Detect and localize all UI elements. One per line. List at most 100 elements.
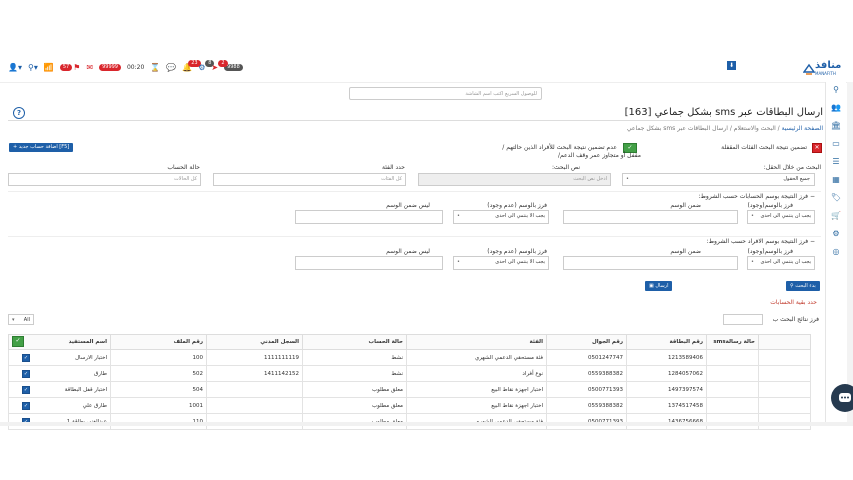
page-size-select[interactable]: All ▾ xyxy=(8,314,34,325)
section1-select-1[interactable]: يجب ان ينتمي الى احدى • xyxy=(747,210,815,224)
account-status-input[interactable]: كل الحالات xyxy=(8,173,201,186)
alerts-group[interactable]: 57 ⚑ xyxy=(59,63,81,72)
sms-icon[interactable]: ✉ xyxy=(86,63,93,72)
add-account-button[interactable]: + اضافة حساب جديد [F5] xyxy=(9,143,74,152)
list-icon[interactable]: ☰ xyxy=(830,156,842,168)
section2-select-2[interactable]: يجب الا ينتمي الى احدى • xyxy=(453,256,549,270)
manafith-logo[interactable]: منافذ MANAFITH xyxy=(803,60,845,78)
cell-sms-status xyxy=(706,397,759,414)
horizontal-scrollbar[interactable] xyxy=(0,422,853,426)
chart-icon[interactable]: ▦ xyxy=(830,174,842,186)
wifi-icon[interactable]: 📶 xyxy=(44,63,54,72)
cell-mobile: 0501247747 xyxy=(546,349,627,366)
right-sidebar: ⚲ 👥 🏛 ▭ ☰ ▦ 🏷 🛒 ⚙ ◎ xyxy=(825,82,846,422)
help-icon[interactable]: ? xyxy=(13,107,25,119)
cell-beneficiary-name: اختبار الارسال ✓ xyxy=(8,349,111,366)
pill-badge-1[interactable]: 99999 xyxy=(99,64,121,71)
users-icon[interactable]: 👥 xyxy=(830,102,842,114)
cell-card-no: 1374517458 xyxy=(626,397,707,414)
flag-icon: ⚑ xyxy=(73,63,81,72)
settings-group[interactable]: ⚙ 8 xyxy=(198,60,215,72)
cell-category-text: اختبار اجهزة نقاط البيع xyxy=(491,402,543,409)
download-icon[interactable]: ⬇ xyxy=(727,61,736,70)
header-mobile[interactable]: رقم الجوال xyxy=(546,334,627,350)
section1-within-tag-input[interactable] xyxy=(563,210,738,224)
cell-account-status-text: نشط xyxy=(391,354,403,361)
cell-beneficiary-name-text: طارق xyxy=(94,370,107,377)
cell-mobile-text: 0559388382 xyxy=(588,402,623,409)
send-button[interactable]: ▣ ارسال xyxy=(645,281,673,291)
header-card-no[interactable]: رقم البطاقة xyxy=(626,334,707,350)
cog-icon[interactable]: ⚙ xyxy=(830,228,842,240)
hide-accounts-link[interactable]: حدد بقية الحسابات xyxy=(770,299,817,306)
breadcrumb-search[interactable]: البحث والاستعلام xyxy=(734,125,776,132)
send-badge: 2 xyxy=(218,60,228,67)
header-account-status[interactable]: حالة الحساب xyxy=(302,334,407,350)
cell-spacer xyxy=(758,349,811,366)
row-checkbox[interactable]: ✓ xyxy=(22,354,30,362)
alerts-badge: 57 xyxy=(59,64,73,71)
chat-widget-button[interactable] xyxy=(831,384,853,412)
header-civil-record[interactable]: السجل المدني xyxy=(206,334,303,350)
bank-icon[interactable]: 🏛 xyxy=(830,120,842,132)
notifications-bell[interactable]: 🔔 23 xyxy=(182,60,201,72)
logo-subtext: MANAFITH xyxy=(815,71,836,76)
filter-results-input[interactable] xyxy=(723,314,763,325)
table-row[interactable]: طارق علي ✓ 1001 معلق مطلوب اختبار اجهزة نقاط… xyxy=(8,397,811,414)
cell-file-no: 504 xyxy=(110,381,207,398)
start-search-button[interactable]: ⚲ بدء البحث xyxy=(786,281,820,291)
table-row[interactable]: اختبار قفل البطاقة ✓ 504 معلق مطلوب اختبار ا… xyxy=(8,381,811,398)
include-locked-checkbox[interactable]: ✕ xyxy=(812,143,822,153)
section1-title[interactable]: − فرز النتيجة بوسم الحسابات حسب الشروط: xyxy=(698,193,815,200)
breadcrumb-home[interactable]: الصفحة الرئيسية xyxy=(782,125,823,132)
section1-within-tag-label: ضمن الوسم xyxy=(670,202,701,209)
table-row[interactable]: طارق ✓ 502 1411142152 نشط نوع أفراد 0559388382… xyxy=(8,365,811,382)
cell-file-no: 502 xyxy=(110,365,207,382)
table-row[interactable]: اختبار الارسال ✓ 100 1111111119 نشط فئة مستحق… xyxy=(8,349,811,366)
sitemap-icon[interactable]: ⚲▾ xyxy=(28,63,38,72)
header-file-no[interactable]: رقم الملف xyxy=(110,334,207,350)
search-text-input[interactable]: ادخل نص البحث xyxy=(418,173,611,186)
vertical-scrollbar[interactable] xyxy=(847,82,853,424)
section2-not-within-tag-input[interactable] xyxy=(295,256,443,270)
header-sms-status[interactable]: حالة رسالةsms xyxy=(706,334,759,350)
breadcrumb: الصفحة الرئيسية / البحث والاستعلام / ارس… xyxy=(626,125,823,132)
section2-title[interactable]: − فرز النتيجة بوسم الافراد حسب الشروط: xyxy=(706,238,815,245)
section2-select-1[interactable]: يجب ان ينتمي الى احدى • xyxy=(747,256,815,270)
table-header-row: اسم المستفيد رقم الملف السجل المدني حالة… xyxy=(8,334,811,350)
send-group[interactable]: ➤ 2 xyxy=(211,60,228,72)
chat-bubble-icon[interactable]: 💬 xyxy=(166,63,176,72)
globe-icon[interactable]: ◎ xyxy=(830,246,842,258)
cell-beneficiary-name-text: اختبار الارسال xyxy=(75,354,107,361)
search-icon[interactable]: ⚲ xyxy=(830,84,842,96)
card-icon[interactable]: ▭ xyxy=(830,138,842,150)
section1-not-within-tag-input[interactable] xyxy=(295,210,443,224)
section2-tag-not-exists-label: فرز بالوسم (عدم وجود) xyxy=(487,248,547,255)
section2-tag-exists-label: فرز بالوسم(وجود) xyxy=(747,248,794,255)
row-checkbox[interactable]: ✓ xyxy=(22,402,30,410)
header-spacer xyxy=(758,334,811,350)
section2-within-tag-input[interactable] xyxy=(563,256,738,270)
cell-card-no: 1213589406 xyxy=(626,349,707,366)
section1-tag-not-exists-label: فرز بالوسم (عدم وجود) xyxy=(487,202,547,209)
section1-select-2[interactable]: يجب الا ينتمي الى احدى • xyxy=(453,210,549,224)
category-label: حدد الفئة xyxy=(382,164,405,171)
search-field-select[interactable]: جميع الحقول • xyxy=(622,173,815,186)
row-checkbox[interactable]: ✓ xyxy=(22,370,30,378)
section1-select-2-value: يجب الا ينتمي الى احدى xyxy=(495,213,545,219)
user-icon[interactable]: 👤▾ xyxy=(8,63,22,72)
cell-beneficiary-name-text: طارق علي xyxy=(82,402,107,409)
cart-icon[interactable]: 🛒 xyxy=(830,210,842,222)
tag-icon[interactable]: 🏷 xyxy=(830,192,842,204)
section2-line xyxy=(8,236,821,237)
cell-mobile: 0559388382 xyxy=(546,365,627,382)
cell-mobile-text: 0559388382 xyxy=(588,370,623,377)
cell-sms-status xyxy=(706,365,759,382)
category-input[interactable]: كل الفئات xyxy=(213,173,406,186)
quick-search-input[interactable]: للوصول السريع اكتب اسم الشاشة xyxy=(349,87,542,100)
start-search-label: بدء البحث xyxy=(795,283,816,289)
section2-select-1-value: يجب ان ينتمي الى احدى xyxy=(760,259,811,265)
header-category[interactable]: الفئة xyxy=(406,334,547,350)
row-checkbox[interactable]: ✓ xyxy=(22,386,30,394)
select-all-checkbox[interactable]: ✓ xyxy=(12,336,24,347)
